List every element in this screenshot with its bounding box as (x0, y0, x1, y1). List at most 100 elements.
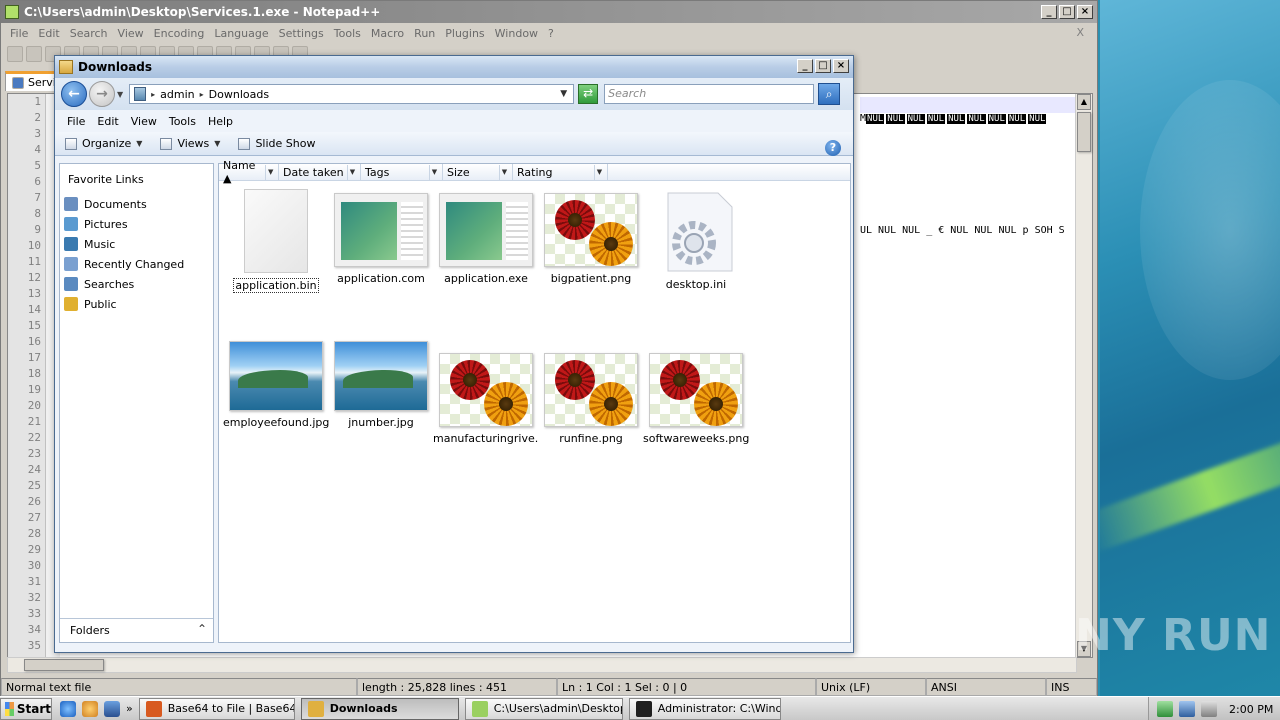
file-name-label: application.exe (444, 272, 528, 285)
file-item[interactable]: softwareweeks.png (643, 349, 749, 445)
menu-search[interactable]: Search (65, 27, 113, 40)
taskbar-button[interactable]: Base64 to File | Base64 ... (138, 697, 295, 720)
column-filter-dropdown-icon[interactable]: ▼ (347, 164, 357, 180)
forward-arrow-icon[interactable]: → (89, 81, 115, 107)
file-item[interactable]: application.bin (223, 189, 329, 293)
application-window-icon (334, 193, 428, 267)
address-bar[interactable]: ▸ admin ▸ Downloads ▼ (129, 84, 575, 104)
taskbar-button[interactable]: Downloads (300, 697, 459, 720)
favorite-link-documents[interactable]: Documents (60, 194, 213, 214)
network-icon[interactable] (1179, 701, 1195, 717)
menu-macro[interactable]: Macro (366, 27, 409, 40)
column-filter-dropdown-icon[interactable]: ▼ (429, 164, 439, 180)
internet-explorer-icon[interactable] (60, 700, 76, 717)
menu-settings[interactable]: Settings (274, 27, 329, 40)
address-dropdown-icon[interactable]: ▼ (560, 89, 567, 99)
taskbar-app-icon (635, 700, 652, 717)
back-arrow-icon[interactable]: ← (61, 81, 87, 107)
column-header-size[interactable]: Size ▼ (443, 164, 513, 180)
menu-window[interactable]: Window (490, 27, 543, 40)
quick-launch: » (60, 700, 133, 717)
menu-tools[interactable]: Tools (329, 27, 366, 40)
menu-help[interactable]: Help (202, 115, 239, 128)
minimize-button[interactable]: _ (1041, 5, 1057, 19)
show-desktop-icon[interactable] (104, 700, 120, 717)
favorite-link-recently-changed[interactable]: Recently Changed (60, 254, 213, 274)
scroll-down-icon[interactable]: ▼ (1077, 641, 1091, 657)
file-item[interactable]: manufacturingrive... (433, 349, 539, 445)
search-input[interactable]: Search (604, 84, 815, 104)
menu-run[interactable]: Run (409, 27, 440, 40)
minimize-button[interactable]: _ (797, 59, 813, 73)
views-button[interactable]: Views ▼ (160, 137, 220, 150)
column-filter-dropdown-icon[interactable]: ▼ (594, 164, 604, 180)
explorer-window[interactable]: Downloads _ □ × ← → ▼ ▸ admin ▸ Download… (54, 55, 854, 653)
file-item[interactable]: application.exe (433, 189, 539, 285)
open-file-icon[interactable] (26, 46, 42, 62)
breadcrumb-downloads[interactable]: Downloads (209, 88, 269, 101)
favorite-link-music[interactable]: Music (60, 234, 213, 254)
maximize-button[interactable]: □ (815, 59, 831, 73)
close-button[interactable]: × (1077, 5, 1093, 19)
search-icon[interactable]: ⌕ (818, 83, 841, 105)
refresh-icon[interactable]: ⇄ (578, 84, 599, 104)
new-file-icon[interactable] (7, 46, 23, 62)
breadcrumb-admin[interactable]: admin (160, 88, 194, 101)
clock[interactable]: 2:00 PM (1229, 703, 1273, 716)
line-number: 16 (27, 335, 41, 348)
file-item[interactable]: employeefound.jpg (223, 341, 329, 429)
volume-icon[interactable] (1201, 701, 1217, 717)
column-filter-dropdown-icon[interactable]: ▼ (499, 164, 509, 180)
column-header-name[interactable]: Name ▲ ▼ (219, 159, 279, 185)
file-item[interactable]: application.com (328, 189, 434, 285)
quick-launch-expand-icon[interactable]: » (126, 702, 133, 715)
scroll-up-icon[interactable]: ▲ (1077, 94, 1091, 110)
menu-language[interactable]: Language (209, 27, 273, 40)
menu-file[interactable]: File (5, 27, 33, 40)
breadcrumb-caret-icon[interactable]: ▸ (151, 90, 155, 99)
notepadpp-title: C:\Users\admin\Desktop\Services.1.exe - … (24, 5, 381, 19)
maximize-button[interactable]: □ (1059, 5, 1075, 19)
recent-pages-dropdown-icon[interactable]: ▼ (117, 90, 123, 99)
start-button[interactable]: Start (0, 697, 52, 720)
file-item[interactable]: jnumber.jpg (328, 341, 434, 429)
file-list-pane[interactable]: Name ▲ ▼ Date taken ▼ Tags ▼ Size ▼ Rating ▼ appl… (218, 159, 851, 643)
notepadpp-titlebar[interactable]: C:\Users\admin\Desktop\Services.1.exe - … (1, 1, 1097, 23)
menu-file[interactable]: File (61, 115, 91, 128)
favorite-link-pictures[interactable]: Pictures (60, 214, 213, 234)
horizontal-scrollbar[interactable] (7, 657, 1077, 673)
menu-edit[interactable]: Edit (91, 115, 124, 128)
vertical-scrollbar[interactable]: ▲ ▼ (1075, 94, 1092, 657)
menu-view[interactable]: View (125, 115, 163, 128)
slideshow-button[interactable]: Slide Show (238, 137, 315, 150)
scroll-thumb[interactable] (1077, 112, 1091, 152)
file-item[interactable]: runfine.png (538, 349, 644, 445)
menu-view[interactable]: View (113, 27, 149, 40)
column-header-rating[interactable]: Rating ▼ (513, 164, 608, 180)
explorer-titlebar[interactable]: Downloads (55, 56, 853, 78)
security-icon[interactable] (1157, 701, 1173, 717)
column-header-tags[interactable]: Tags ▼ (361, 164, 443, 180)
breadcrumb-caret-icon[interactable]: ▸ (200, 90, 204, 99)
file-item[interactable]: bigpatient.png (538, 189, 644, 285)
close-button[interactable]: × (833, 59, 849, 73)
favorite-link-searches[interactable]: Searches (60, 274, 213, 294)
file-name-label: application.com (337, 272, 425, 285)
menu-edit[interactable]: Edit (33, 27, 64, 40)
close-document-button[interactable]: X (1071, 26, 1089, 39)
taskbar-button[interactable]: C:\Users\admin\Desktop... (464, 697, 623, 720)
column-header-date-taken[interactable]: Date taken ▼ (279, 164, 361, 180)
taskbar-button[interactable]: Administrator: C:\Windo... (628, 697, 781, 720)
menu-plugins[interactable]: Plugins (440, 27, 489, 40)
hscroll-thumb[interactable] (24, 659, 104, 671)
media-icon[interactable] (82, 700, 98, 717)
favorite-link-public[interactable]: Public (60, 294, 213, 314)
column-filter-dropdown-icon[interactable]: ▼ (265, 164, 275, 180)
folders-toggle[interactable]: Folders ⌃ (60, 618, 213, 642)
menu-help[interactable]: ? (543, 27, 559, 40)
organize-button[interactable]: Organize ▼ (65, 137, 142, 150)
menu-tools[interactable]: Tools (163, 115, 202, 128)
help-icon[interactable]: ? (825, 140, 841, 156)
menu-encoding[interactable]: Encoding (149, 27, 210, 40)
file-item[interactable]: desktop.ini (643, 189, 749, 291)
